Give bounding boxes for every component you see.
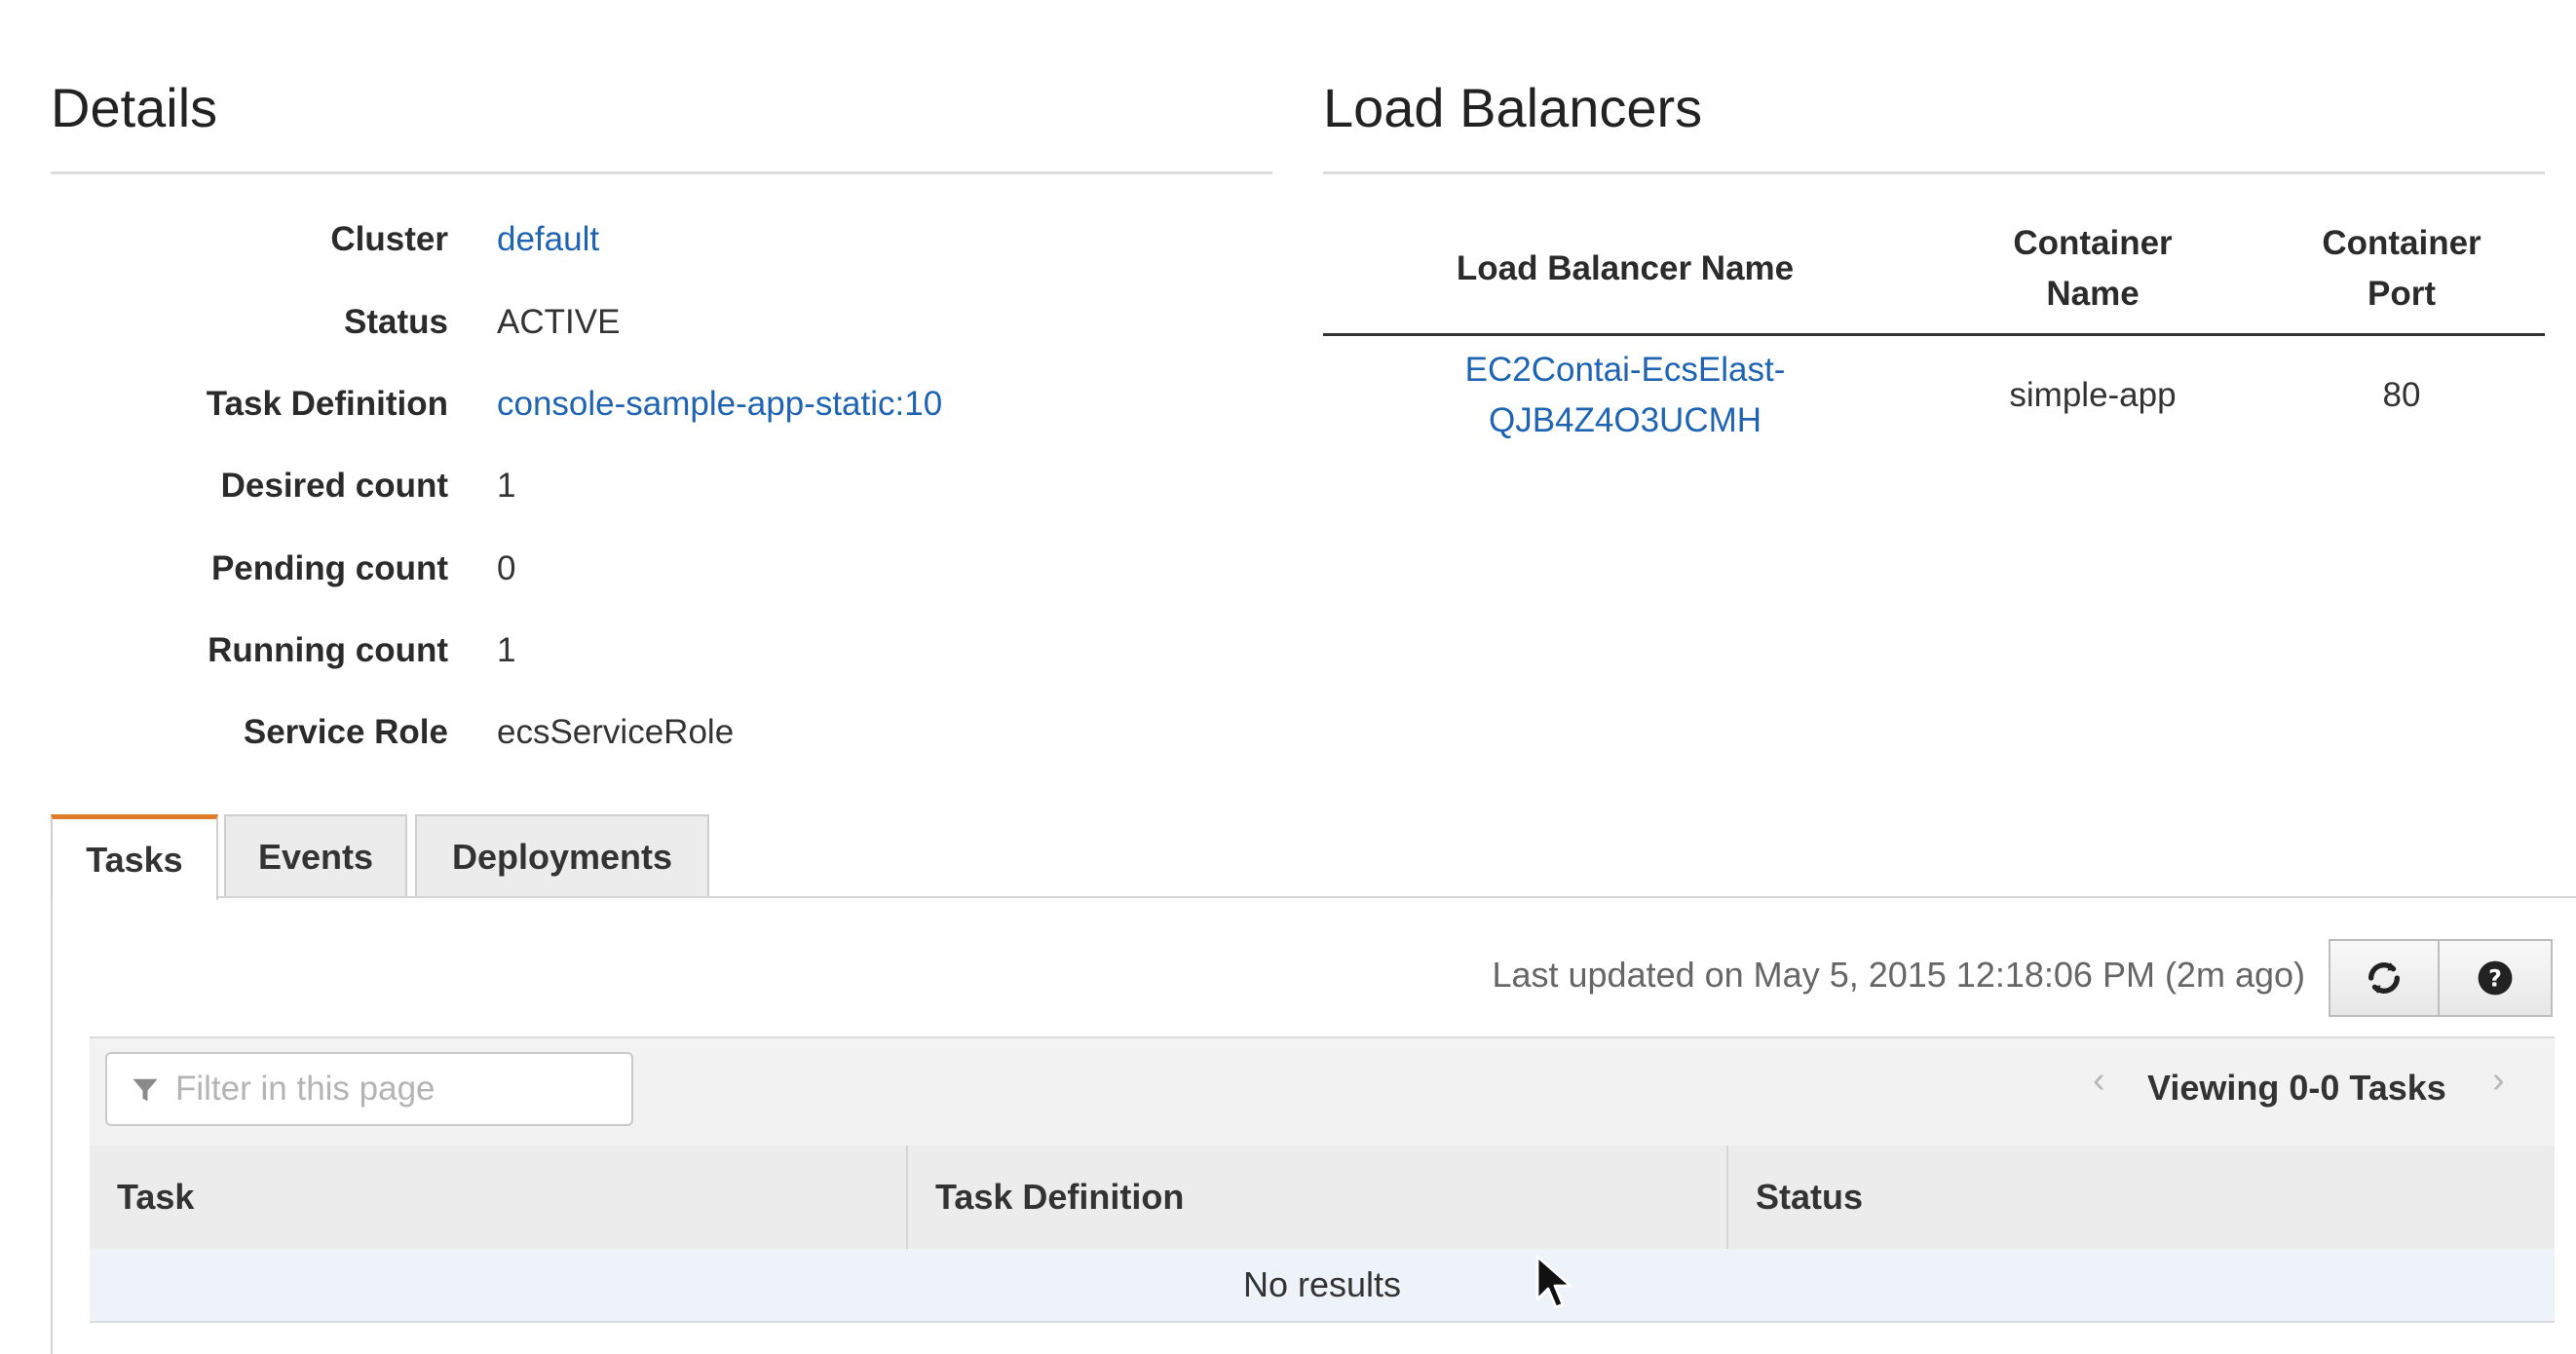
lb-col-container-name-line1: Container (2013, 224, 2173, 262)
last-updated-text: Last updated on May 5, 2015 12:18:06 PM … (1492, 955, 2305, 995)
refresh-button[interactable] (2329, 939, 2440, 1017)
lb-col-container-name-line2: Name (2046, 275, 2140, 313)
cluster-link[interactable]: default (497, 220, 599, 259)
svg-text:?: ? (2488, 965, 2502, 993)
filter-icon (133, 1078, 158, 1102)
tab-deployments[interactable]: Deployments (415, 814, 709, 898)
lb-name-link[interactable]: EC2Contai-EcsElast- QJB4Z4O3UCMH (1323, 345, 1927, 446)
lb-col-name-header: Load Balancer Name (1456, 249, 1795, 287)
task-definition-label: Task Definition (206, 385, 448, 423)
column-header-task[interactable]: Task (90, 1146, 908, 1249)
refresh-icon (2368, 962, 2400, 994)
status-label: Status (344, 303, 448, 341)
tab-events[interactable]: Events (224, 814, 407, 898)
lb-container-port: 80 (2382, 376, 2421, 414)
running-count-label: Running count (208, 631, 448, 669)
lb-container-name: simple-app (2009, 376, 2177, 414)
lb-name-line1: EC2Contai-EcsElast- (1464, 351, 1786, 389)
load-balancers-title: Load Balancers (1323, 77, 1703, 138)
filter-input[interactable] (105, 1052, 633, 1126)
load-balancers-divider (1323, 171, 2545, 174)
desired-count-value: 1 (497, 467, 516, 505)
next-page-chevron-icon[interactable]: › (2492, 1060, 2505, 1102)
desired-count-label: Desired count (220, 467, 448, 505)
service-role-value: ecsServiceRole (497, 713, 735, 751)
prev-page-chevron-icon[interactable]: ‹ (2093, 1060, 2105, 1102)
pending-count-label: Pending count (210, 549, 448, 587)
column-header-status[interactable]: Status (1728, 1146, 2555, 1249)
status-value: ACTIVE (497, 303, 621, 341)
load-balancers-table: Load Balancer Name Container Name Contai… (1323, 214, 2545, 458)
empty-results-row: No results (90, 1249, 2555, 1323)
details-list: Cluster default Status ACTIVE Task Defin… (0, 0, 1267, 799)
help-icon: ? (2478, 960, 2513, 996)
column-header-task-definition[interactable]: Task Definition (908, 1146, 1728, 1249)
mouse-cursor-icon (1535, 1255, 1572, 1309)
lb-header-divider (1323, 333, 2545, 336)
pending-count-value: 0 (497, 549, 516, 587)
lb-col-container-port-line2: Port (2368, 275, 2436, 313)
cluster-label: Cluster (330, 220, 448, 258)
service-role-label: Service Role (243, 713, 448, 751)
lb-name-line2: QJB4Z4O3UCMH (1488, 401, 1762, 439)
lb-col-container-port-header: Container Port (2258, 218, 2545, 320)
no-results-text: No results (1242, 1264, 1402, 1304)
viewing-count: Viewing 0-0 Tasks (2147, 1068, 2446, 1108)
tab-tasks[interactable]: Tasks (51, 814, 218, 900)
lb-col-container-name-header: Container Name (1927, 218, 2258, 320)
lb-col-container-port-line1: Container (2322, 224, 2481, 262)
running-count-value: 1 (497, 631, 516, 669)
help-button[interactable]: ? (2438, 939, 2553, 1017)
task-definition-link[interactable]: console-sample-app-static:10 (497, 385, 942, 424)
